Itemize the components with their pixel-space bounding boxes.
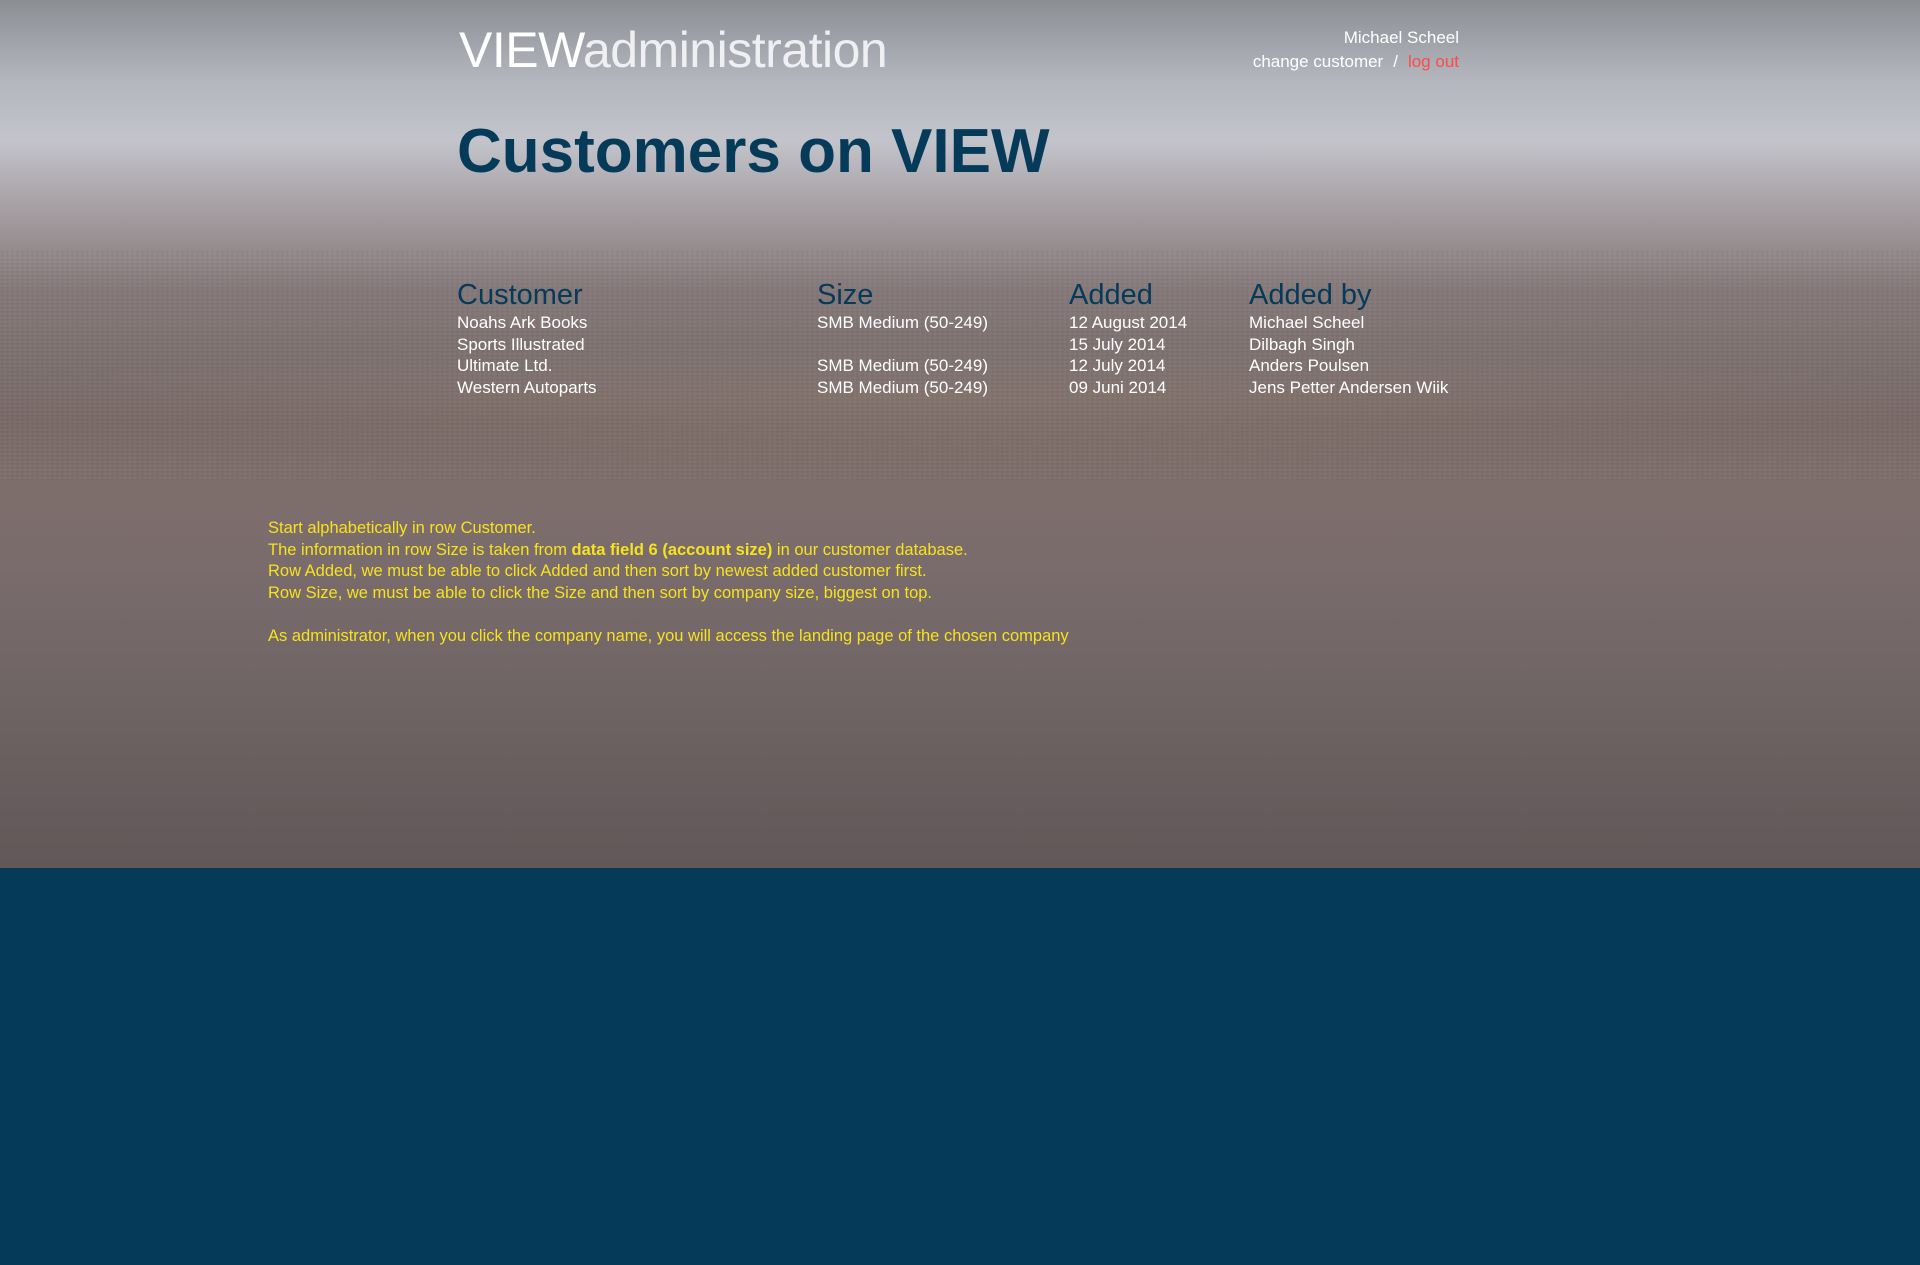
added-by-cell: Anders Poulsen: [1249, 356, 1370, 375]
note-line: Start alphabetically in row Customer.: [268, 519, 536, 537]
column-header-customer[interactable]: Customer: [457, 278, 817, 312]
customer-name-link[interactable]: Sports Illustrated: [457, 334, 817, 356]
table-row: Western Autoparts SMB Medium (50-249) 09…: [457, 377, 1469, 399]
note-line: Row Size, we must be able to click the S…: [268, 583, 933, 602]
log-out-link[interactable]: log out: [1408, 52, 1459, 71]
brand-view: VIEW: [459, 22, 583, 78]
hero-background: VIEWadministration Michael Scheel change…: [0, 0, 1920, 868]
table-header-row: Customer Size Added Added by: [457, 278, 1469, 312]
note-bold-text: data field 6 (account size): [571, 540, 773, 559]
column-header-added[interactable]: Added: [1069, 278, 1249, 312]
added-cell: 09 Juni 2014: [1069, 377, 1167, 397]
page-title: Customers on VIEW: [457, 117, 1050, 186]
customer-name-link[interactable]: Ultimate Ltd.: [457, 355, 817, 377]
note-line: Row Added, we must be able to click Adde…: [268, 562, 927, 580]
note-text: The information in row Size is taken fro…: [268, 540, 572, 559]
added-by-cell: Jens Petter Andersen Wiik: [1249, 377, 1449, 397]
annotation-notes: Start alphabetically in row Customer. Th…: [268, 518, 1069, 647]
user-box: Michael Scheel change customer / log out: [1253, 26, 1459, 74]
added-cell: 12 August 2014: [1069, 313, 1188, 332]
customer-name-link[interactable]: Western Autoparts: [457, 377, 817, 399]
table-row: Noahs Ark Books SMB Medium (50-249) 12 A…: [457, 312, 1469, 334]
brand-logo[interactable]: VIEWadministration: [459, 22, 888, 78]
table-row: Sports Illustrated 15 July 2014 Dilbagh …: [457, 334, 1469, 356]
size-cell: SMB Medium (50-249): [817, 313, 989, 332]
note-line: The information in row Size is taken fro…: [268, 540, 1069, 562]
column-header-added-by: Added by: [1249, 279, 1372, 311]
size-cell: [817, 334, 1069, 356]
customers-table: Customer Size Added Added by Noahs Ark B…: [457, 278, 1469, 398]
user-name: Michael Scheel: [1343, 28, 1459, 47]
brand-administration: administration: [582, 22, 888, 78]
link-separator: /: [1393, 52, 1398, 71]
note-line: As administrator, when you click the com…: [268, 626, 1069, 645]
change-customer-link[interactable]: change customer: [1253, 52, 1383, 71]
note-text: in our customer database.: [772, 540, 968, 559]
column-header-size[interactable]: Size: [817, 278, 1069, 312]
customer-name-link[interactable]: Noahs Ark Books: [457, 312, 817, 334]
added-cell: 12 July 2014: [1069, 356, 1166, 375]
note-spacer: [268, 604, 1069, 626]
added-by-cell: Dilbagh Singh: [1249, 334, 1355, 354]
added-by-cell: Michael Scheel: [1249, 313, 1365, 332]
user-links: change customer / log out: [1253, 50, 1459, 74]
size-cell: SMB Medium (50-249): [817, 356, 989, 375]
size-cell: SMB Medium (50-249): [817, 377, 989, 397]
added-cell: 15 July 2014: [1069, 334, 1166, 354]
table-row: Ultimate Ltd. SMB Medium (50-249) 12 Jul…: [457, 355, 1469, 377]
